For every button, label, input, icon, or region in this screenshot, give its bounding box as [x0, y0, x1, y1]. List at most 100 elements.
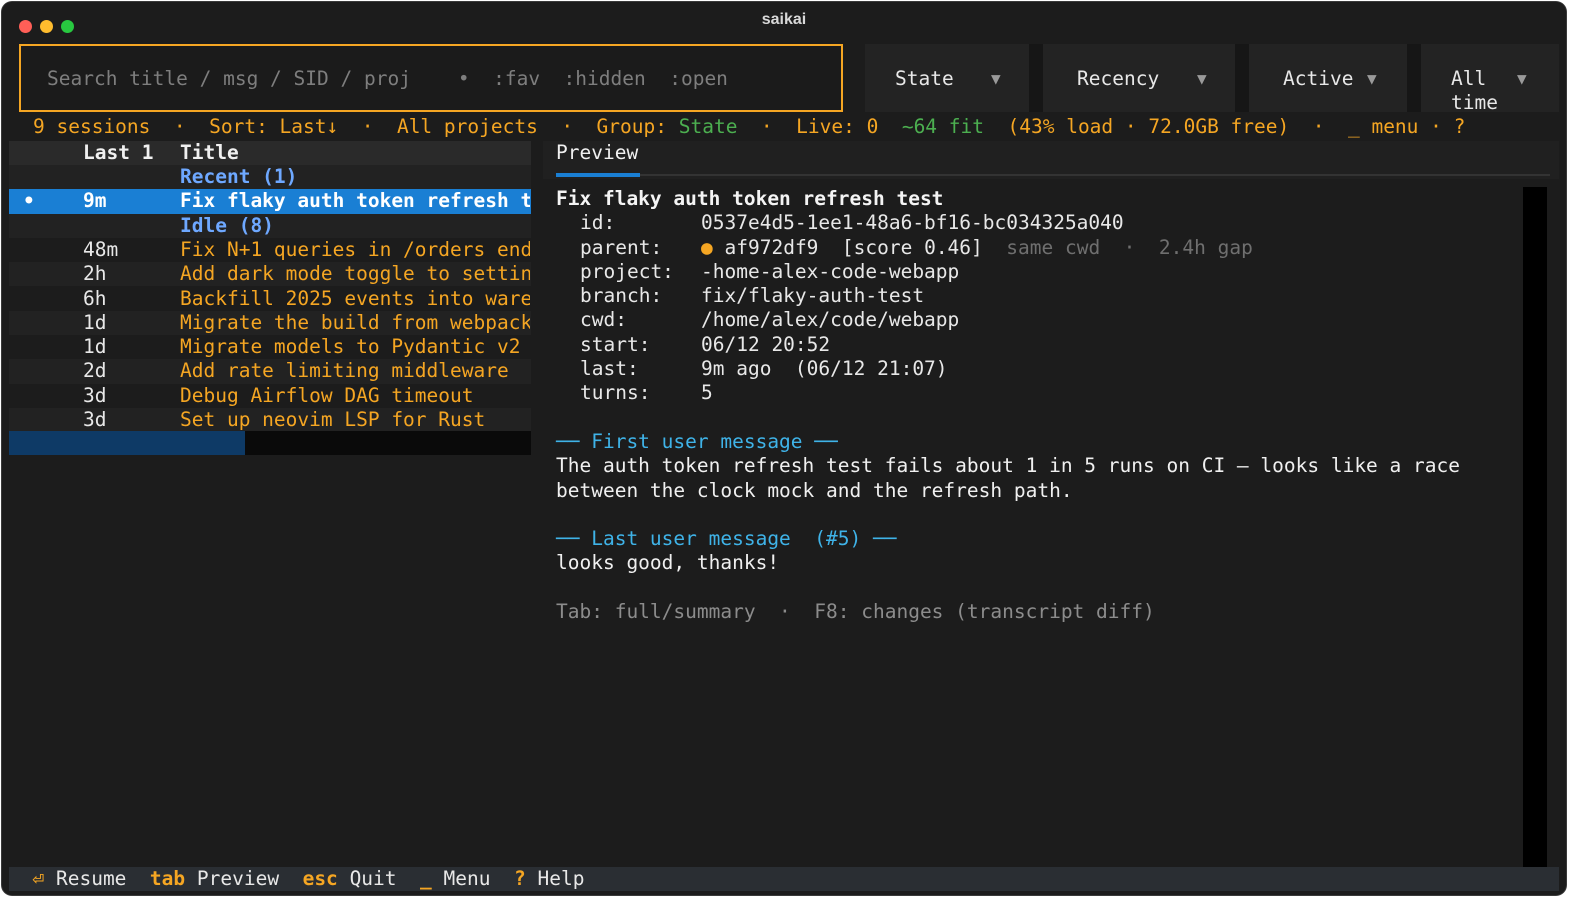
terminal-area: State ▼ Recency ▼ Active ▼ All time ▼ 9 … — [9, 42, 1559, 891]
field-label-last: last: — [580, 357, 639, 381]
selection-marker: • — [23, 189, 35, 213]
time-filter-label-line1: All — [1451, 67, 1487, 90]
quit-action[interactable]: Quit — [350, 867, 397, 890]
group-title: Recent (1) — [180, 165, 298, 188]
column-header-last[interactable]: Last 1 — [83, 141, 153, 164]
help-key-hint: ? — [513, 867, 526, 890]
state-filter-label: State — [895, 67, 954, 90]
field-value-branch: fix/flaky-auth-test — [701, 284, 925, 308]
tab-divider — [640, 174, 1550, 176]
session-row[interactable]: 3d Set up neovim LSP for Rust — [9, 408, 531, 433]
session-row[interactable]: • 9m Fix flaky auth token refresh test — [9, 189, 531, 214]
session-row[interactable]: 2d Add rate limiting middleware — [9, 359, 531, 384]
resume-action[interactable]: Resume — [56, 867, 126, 890]
status-line: 9 sessions · Sort: Last↓ · All projects … — [33, 115, 1466, 138]
field-value-turns: 5 — [701, 381, 713, 405]
system-load: (43% load · 72.0GB free) — [1007, 115, 1290, 138]
field-label-turns: turns: — [580, 381, 651, 405]
menu-hint[interactable]: _ menu — [1348, 115, 1418, 138]
chevron-down-icon: ▼ — [1517, 69, 1527, 88]
active-filter-dropdown[interactable]: Active ▼ — [1249, 44, 1407, 112]
session-row[interactable]: 2h Add dark mode toggle to settings — [9, 262, 531, 287]
window-title: saikai — [761, 11, 807, 28]
menu-key-hint: _ — [420, 867, 432, 890]
recency-filter-dropdown[interactable]: Recency ▼ — [1043, 44, 1235, 112]
tab-preview[interactable]: Preview — [556, 141, 638, 164]
group-label: Group: — [596, 115, 667, 138]
group-header[interactable]: Recent (1) — [9, 165, 531, 190]
filter-divider — [1235, 44, 1249, 112]
preview-title: Fix flaky auth token refresh test — [556, 187, 944, 210]
state-filter-dropdown[interactable]: State ▼ — [865, 44, 1029, 112]
session-title: Debug Airflow DAG timeout — [180, 383, 474, 407]
first-message-heading: ── First user message ── — [556, 429, 838, 453]
session-row[interactable]: 3d Debug Airflow DAG timeout — [9, 384, 531, 408]
active-filter-label: Active — [1283, 67, 1354, 90]
list-scrollbar-thumb[interactable] — [9, 431, 245, 455]
last-message-heading: ── Last user message (#5) ── — [556, 527, 897, 551]
first-message-line: between the clock mock and the refresh p… — [556, 478, 1073, 502]
preview-body: Fix flaky auth token refresh test id: 053… — [556, 187, 1546, 624]
session-title: Fix N+1 queries in /orders endpoint — [180, 237, 530, 261]
preview-hint: Tab: full/summary · F8: changes (transcr… — [556, 600, 1155, 624]
session-count: 9 sessions — [33, 115, 151, 138]
session-row[interactable]: 6h Backfill 2025 events into warehouse — [9, 287, 531, 311]
session-age: 2d — [83, 359, 107, 383]
field-value-id: 0537e4d5-1ee1-48a6-bf16-bc034325a040 — [701, 211, 1124, 235]
fit-count: ~64 fit — [901, 115, 985, 138]
session-title: Add rate limiting middleware — [180, 359, 509, 383]
sort-indicator[interactable]: Sort: Last↓ — [209, 115, 338, 138]
field-label-start: start: — [580, 332, 651, 356]
parent-relation-info: same cwd · 2.4h gap — [1006, 235, 1253, 259]
time-filter-label-line2: time — [1451, 91, 1498, 114]
session-row[interactable]: 1d Migrate the build from webpack — [9, 310, 531, 336]
preview-action[interactable]: Preview — [197, 867, 279, 890]
preview-tabs: Preview — [543, 141, 1559, 179]
help-hint[interactable]: ? — [1454, 115, 1466, 138]
field-value-cwd: /home/alex/code/webapp — [701, 308, 960, 332]
session-title: Set up neovim LSP for Rust — [180, 408, 486, 431]
title-bar: saikai — [2, 2, 1566, 40]
field-label-id: id: — [580, 211, 616, 235]
session-title: Migrate models to Pydantic v2 — [180, 335, 521, 359]
session-title: Fix flaky auth token refresh test — [180, 189, 530, 213]
search-input[interactable] — [45, 66, 809, 91]
group-header[interactable]: Idle (8) — [9, 213, 531, 238]
field-label-branch: branch: — [580, 284, 663, 308]
parent-status-dot-icon: ● — [701, 235, 713, 259]
group-value[interactable]: State — [679, 115, 738, 138]
session-list[interactable]: Last 1 Title Recent (1) • 9m Fix flaky auth… — [9, 141, 531, 867]
session-age: 6h — [83, 286, 107, 310]
live-count: Live: 0 — [796, 115, 879, 138]
field-label-parent: parent: — [580, 235, 663, 259]
menu-action[interactable]: Menu — [444, 867, 491, 890]
session-age: 3d — [83, 383, 107, 407]
active-tab-indicator — [556, 173, 640, 177]
search-box[interactable] — [19, 44, 843, 112]
filter-divider — [1407, 44, 1421, 112]
tab-key-hint: tab — [149, 867, 186, 890]
field-value-parent[interactable]: af972df9 [score 0.46] — [725, 236, 983, 259]
keybinding-footer: ⏎ Resume tab Preview esc Quit _ Menu ? H… — [9, 867, 1559, 891]
session-age: 1d — [83, 335, 107, 359]
chevron-down-icon: ▼ — [1197, 69, 1207, 88]
session-age: 9m — [83, 189, 107, 213]
column-header-title[interactable]: Title — [180, 141, 239, 164]
filter-divider — [1029, 44, 1043, 112]
list-scrollbar[interactable] — [9, 431, 531, 455]
preview-pane: Preview Fix flaky auth token refresh tes… — [543, 141, 1559, 867]
recency-filter-label: Recency — [1077, 67, 1160, 90]
first-message-line: The auth token refresh test fails about … — [556, 454, 1460, 478]
session-row[interactable]: 48m Fix N+1 queries in /orders endpoint — [9, 238, 531, 262]
session-title: Backfill 2025 events into warehouse — [180, 286, 530, 310]
help-action[interactable]: Help — [537, 867, 584, 890]
list-header: Last 1 Title — [9, 141, 531, 165]
session-title: Add dark mode toggle to settings — [180, 262, 530, 286]
time-filter-dropdown[interactable]: All time ▼ — [1421, 44, 1559, 114]
project-filter[interactable]: All projects — [397, 115, 538, 138]
session-row[interactable]: 1d Migrate models to Pydantic v2 — [9, 335, 531, 359]
session-age: 2h — [83, 262, 107, 286]
field-value-last: 9m ago (06/12 21:07) — [701, 357, 948, 381]
session-age: 48m — [83, 237, 119, 261]
enter-key-icon: ⏎ — [32, 867, 45, 890]
